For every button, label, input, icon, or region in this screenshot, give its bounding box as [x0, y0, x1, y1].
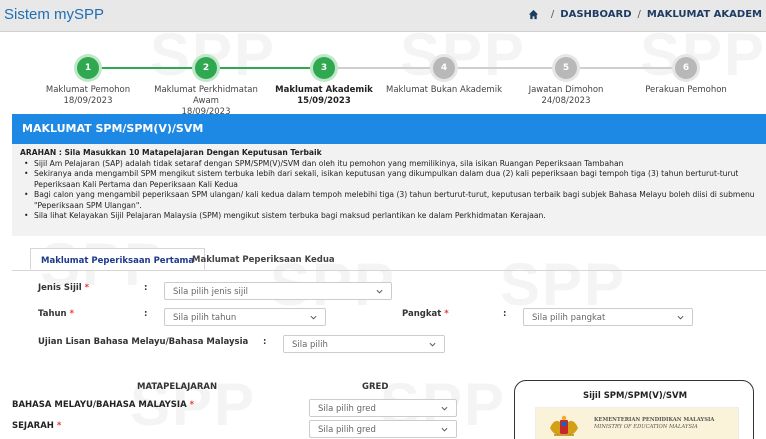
- tab-first-exam[interactable]: Maklumat Peperiksaan Pertama: [30, 248, 206, 270]
- breadcrumb-current: MAKLUMAT AKADEM: [646, 9, 762, 20]
- chevron-down-icon: [376, 289, 383, 294]
- step-5-label: Jawatan Dimohon 24/08/2023: [528, 85, 604, 106]
- step-3-label: Maklumat Akademik 15/09/2023: [275, 85, 373, 106]
- chevron-down-icon: [441, 427, 448, 432]
- chevron-down-icon: [677, 315, 684, 320]
- step-6-circle[interactable]: 6: [675, 57, 697, 79]
- home-icon[interactable]: [528, 9, 539, 20]
- instruction-item: Sijil Am Pelajaran (SAP) adalah tidak se…: [20, 159, 758, 170]
- pangkat-select[interactable]: Sila pilih pangkat: [523, 308, 693, 326]
- step-5-circle[interactable]: 5: [555, 57, 577, 79]
- app-title: Sistem mySPP: [4, 6, 105, 23]
- chevron-down-icon: [310, 315, 317, 320]
- chevron-down-icon: [441, 406, 448, 411]
- step-connector: [324, 67, 686, 69]
- subject-row-label: SEJARAH *: [12, 421, 62, 431]
- grade-select[interactable]: Sila pilih gred: [309, 420, 457, 438]
- subject-row-label: BAHASA MELAYU/BAHASA MALAYSIA *: [12, 400, 195, 410]
- panel-title: MAKLUMAT SPM/SPM(V)/SVM: [22, 122, 204, 135]
- step-1-circle[interactable]: 1: [77, 57, 99, 79]
- step-4-label: Maklumat Bukan Akademik: [385, 85, 502, 95]
- panel-header: MAKLUMAT SPM/SPM(V)/SVM: [12, 114, 766, 144]
- top-bar: Sistem mySPP / DASHBOARD / MAKLUMAT AKAD…: [0, 0, 766, 32]
- certificate-title: Sijil SPM/SPM(V)/SVM: [582, 391, 688, 401]
- step-1-label: Maklumat Pemohon 18/09/2023: [45, 85, 131, 106]
- instruction-item: Bagi calon yang mengambil peperiksaan SP…: [20, 190, 758, 211]
- coat-of-arms-icon: [550, 415, 578, 436]
- grade-select[interactable]: Sila pilih gred: [309, 399, 457, 417]
- jenis-sijil-label: Jenis Sijil *: [38, 283, 90, 293]
- step-6-label: Perakuan Pemohon: [645, 85, 727, 95]
- instructions-box: ARAHAN : Sila Masukkan 10 Matapelajaran …: [12, 144, 766, 236]
- colon: :: [144, 309, 148, 319]
- chevron-down-icon: [429, 342, 436, 347]
- colon: :: [263, 337, 267, 347]
- ujian-lisan-select[interactable]: Sila pilih: [283, 335, 445, 353]
- instruction-item[interactable]: Sila lihat Kelayakan Sijil Pelajaran Mal…: [20, 211, 758, 222]
- breadcrumb: / DASHBOARD / MAKLUMAT AKADEM: [528, 9, 762, 20]
- certificate-preview-card: Sijil SPM/SPM(V)/SVM KEMENTERIAN PENDIDI…: [514, 380, 754, 439]
- progress-stepper: 1 2 3 4 5 6 Maklumat Pemohon 18/09/2023 M…: [0, 32, 766, 117]
- colon: :: [144, 283, 148, 293]
- tahun-select[interactable]: Sila pilih tahun: [164, 308, 326, 326]
- jenis-sijil-select[interactable]: Sila pilih jenis sijil: [164, 282, 392, 300]
- subject-column-header: MATAPELAJARAN: [137, 382, 218, 392]
- pangkat-label: Pangkat *: [402, 309, 449, 319]
- colon: :: [503, 309, 507, 319]
- instruction-item: Sekiranya anda mengambil SPM mengikut si…: [20, 169, 758, 190]
- tahun-label: Tahun *: [38, 309, 75, 319]
- grade-column-header: GRED: [362, 382, 389, 392]
- step-3-circle[interactable]: 3: [313, 57, 335, 79]
- ujian-lisan-label: Ujian Lisan Bahasa Melayu/Bahasa Malaysi…: [38, 337, 249, 347]
- tab-divider: [12, 270, 766, 271]
- step-4-circle[interactable]: 4: [433, 57, 455, 79]
- tab-second-exam[interactable]: Maklumat Peperiksaan Kedua: [192, 248, 335, 270]
- breadcrumb-dashboard[interactable]: DASHBOARD: [560, 9, 631, 20]
- certificate-text: KEMENTERIAN PENDIDIKAN MALAYSIA MINISTRY…: [594, 417, 715, 430]
- instructions-title: ARAHAN : Sila Masukkan 10 Matapelajaran …: [20, 148, 322, 157]
- step-2-circle[interactable]: 2: [195, 57, 217, 79]
- certificate-image: KEMENTERIAN PENDIDIKAN MALAYSIA MINISTRY…: [535, 407, 739, 439]
